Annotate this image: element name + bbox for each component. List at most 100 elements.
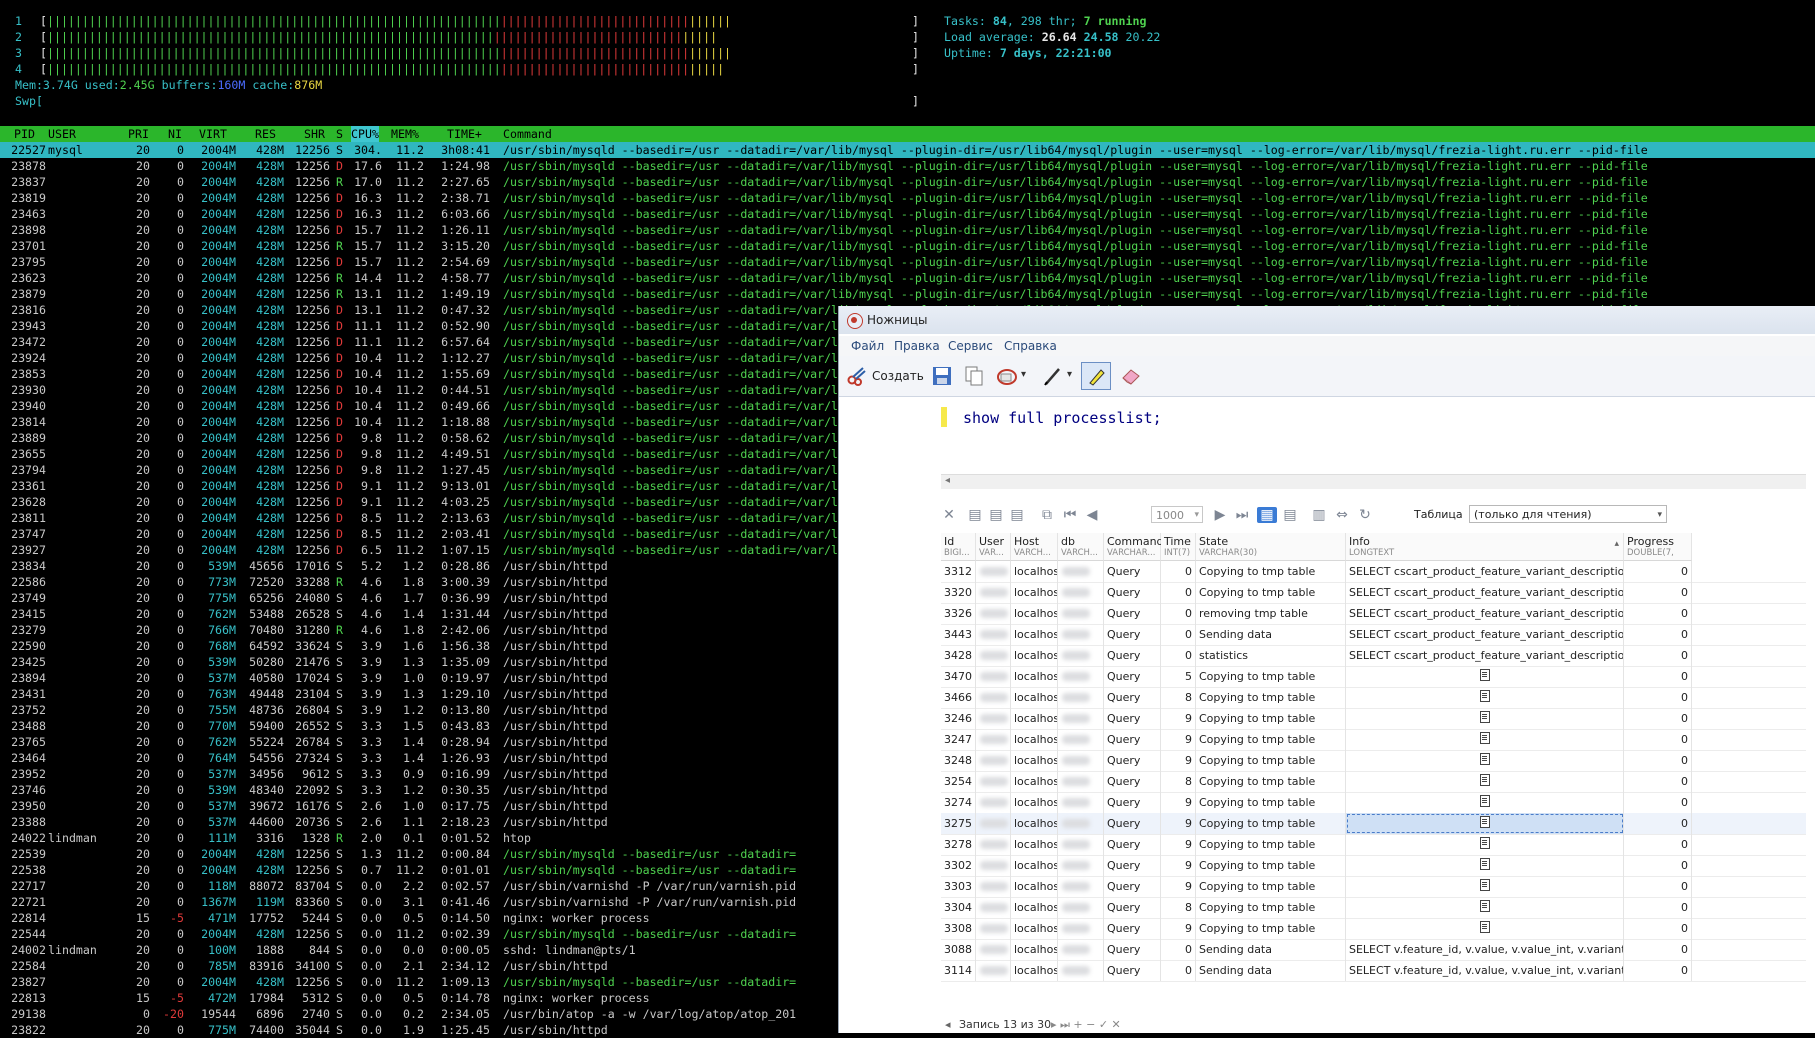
cell-time[interactable]: 0	[1161, 582, 1196, 603]
cell-time[interactable]: 9	[1161, 876, 1196, 897]
cell-info[interactable]	[1346, 834, 1624, 855]
cell-user[interactable]	[976, 939, 1011, 960]
cell-info[interactable]	[1346, 792, 1624, 813]
cell-user[interactable]	[976, 771, 1011, 792]
cell-id[interactable]: 3428	[941, 645, 976, 666]
cell-id[interactable]: 3312	[941, 561, 976, 582]
first-page-icon[interactable]: ⏮	[1062, 507, 1078, 523]
cell-host[interactable]: localhost	[1011, 645, 1058, 666]
cell-time[interactable]: 9	[1161, 792, 1196, 813]
cell-command[interactable]: Query	[1104, 708, 1161, 729]
cell-user[interactable]	[976, 561, 1011, 582]
grid-row[interactable]: 3308 localhost Query9Copying to tmp table 0	[941, 918, 1806, 940]
cell-command[interactable]: Query	[1104, 687, 1161, 708]
cell-user[interactable]	[976, 813, 1011, 834]
new-snip-button[interactable]: Создать	[847, 366, 924, 386]
grid-row[interactable]: 3470 localhost Query5Copying to tmp table 0	[941, 666, 1806, 688]
cell-user[interactable]	[976, 834, 1011, 855]
grid-row[interactable]: 3246 localhost Query9Copying to tmp table 0	[941, 708, 1806, 730]
document-icon[interactable]	[1479, 879, 1490, 891]
cell-progress[interactable]: 0	[1624, 771, 1692, 792]
document-icon[interactable]	[1479, 774, 1490, 786]
cell-progress[interactable]: 0	[1624, 960, 1692, 981]
grid-row[interactable]: 3247 localhost Query9Copying to tmp table 0	[941, 729, 1806, 751]
grid-row[interactable]: 3302 localhost Query9Copying to tmp table 0	[941, 855, 1806, 877]
process-row[interactable]: 23819 20 0 2004M 428M 12256 D 16.3 11.2 2:38.71/u…	[0, 190, 1815, 206]
grid-row[interactable]: 3088localhostQuery0Sending dataSELECT v.…	[941, 939, 1806, 961]
cell-host[interactable]: localhost	[1011, 897, 1058, 918]
cell-time[interactable]: 9	[1161, 750, 1196, 771]
menu-help[interactable]: Справка	[1004, 339, 1057, 353]
cell-user[interactable]	[976, 876, 1011, 897]
document-icon[interactable]	[1479, 669, 1490, 681]
cell-time[interactable]: 5	[1161, 666, 1196, 687]
cell-command[interactable]: Query	[1104, 813, 1161, 834]
cell-state[interactable]: Copying to tmp table	[1196, 561, 1346, 582]
document-icon[interactable]	[1479, 753, 1490, 765]
cell-id[interactable]: 3247	[941, 729, 976, 750]
cell-info[interactable]	[1346, 687, 1624, 708]
grid-row[interactable]: 3304 localhost Query8Copying to tmp table 0	[941, 897, 1806, 919]
cell-host[interactable]: localhost	[1011, 792, 1058, 813]
highlighter-button[interactable]	[1081, 362, 1111, 390]
insert-row-icon[interactable]: ▤	[967, 507, 983, 523]
cell-host[interactable]: localhost	[1011, 918, 1058, 939]
document-icon[interactable]	[1479, 858, 1490, 870]
cell-info[interactable]	[1346, 708, 1624, 729]
cell-id[interactable]: 3470	[941, 666, 976, 687]
cell-host[interactable]: localhost	[1011, 603, 1058, 624]
cell-info[interactable]	[1346, 918, 1624, 939]
col-pri[interactable]: PRI	[128, 126, 149, 142]
process-row[interactable]: 23878 20 0 2004M 428M 12256 D 17.6 11.2 1:24.98/u…	[0, 158, 1815, 174]
cell-time[interactable]: 9	[1161, 708, 1196, 729]
cell-db[interactable]	[1058, 771, 1104, 792]
cell-info[interactable]	[1346, 876, 1624, 897]
menu-tools[interactable]: Сервис	[948, 339, 993, 353]
cell-db[interactable]	[1058, 750, 1104, 771]
process-row[interactable]: 23463 20 0 2004M 428M 12256 D 16.3 11.2 6:03.66/u…	[0, 206, 1815, 222]
col-pid[interactable]: PID	[14, 126, 35, 142]
cell-time[interactable]: 0	[1161, 939, 1196, 960]
document-icon[interactable]	[1479, 816, 1490, 828]
cell-time[interactable]: 8	[1161, 771, 1196, 792]
chevron-down-icon[interactable]: ▾	[1021, 369, 1026, 380]
cell-progress[interactable]: 0	[1624, 813, 1692, 834]
cell-state[interactable]: Copying to tmp table	[1196, 750, 1346, 771]
cell-state[interactable]: Copying to tmp table	[1196, 813, 1346, 834]
cell-progress[interactable]: 0	[1624, 624, 1692, 645]
process-row[interactable]: 23898 20 0 2004M 428M 12256 D 15.7 11.2 1:26.11/u…	[0, 222, 1815, 238]
cell-time[interactable]: 8	[1161, 897, 1196, 918]
cell-progress[interactable]: 0	[1624, 729, 1692, 750]
copy-icon[interactable]	[963, 365, 985, 387]
col-time[interactable]: TIME+	[447, 126, 482, 142]
cell-info[interactable]: SELECT cscart_product_feature_variant_de…	[1346, 582, 1624, 603]
cell-state[interactable]: removing tmp table	[1196, 603, 1346, 624]
cell-db[interactable]	[1058, 813, 1104, 834]
grid-header-info[interactable]: Info LONGTEXT ▴	[1346, 533, 1624, 561]
cell-progress[interactable]: 0	[1624, 918, 1692, 939]
cell-info[interactable]: SELECT cscart_product_feature_variant_de…	[1346, 645, 1624, 666]
cell-id[interactable]: 3302	[941, 855, 976, 876]
cell-user[interactable]	[976, 624, 1011, 645]
cell-time[interactable]: 0	[1161, 960, 1196, 981]
grid-view-icon[interactable]: ▦	[1257, 507, 1277, 523]
cell-id[interactable]: 3274	[941, 792, 976, 813]
cell-host[interactable]: localhost	[1011, 960, 1058, 981]
cell-user[interactable]	[976, 918, 1011, 939]
grid-header-progress[interactable]: Progress DOUBLE(7,	[1624, 533, 1692, 561]
send-snip-icon[interactable]	[996, 365, 1018, 387]
process-row[interactable]: 22527 mysql 20 0 2004M 428M 12256 S 304. 11.2 3h08…	[0, 142, 1815, 158]
cell-progress[interactable]: 0	[1624, 582, 1692, 603]
cell-id[interactable]: 3114	[941, 960, 976, 981]
cell-progress[interactable]: 0	[1624, 687, 1692, 708]
cell-state[interactable]: Copying to tmp table	[1196, 729, 1346, 750]
scroll-left-icon[interactable]: ◂	[945, 475, 950, 486]
cell-state[interactable]: Copying to tmp table	[1196, 666, 1346, 687]
cell-command[interactable]: Query	[1104, 666, 1161, 687]
cell-info[interactable]	[1346, 855, 1624, 876]
cell-info[interactable]	[1346, 771, 1624, 792]
col-command[interactable]: Command	[503, 126, 552, 142]
cell-user[interactable]	[976, 645, 1011, 666]
document-icon[interactable]	[1479, 921, 1490, 933]
cell-state[interactable]: Sending data	[1196, 960, 1346, 981]
